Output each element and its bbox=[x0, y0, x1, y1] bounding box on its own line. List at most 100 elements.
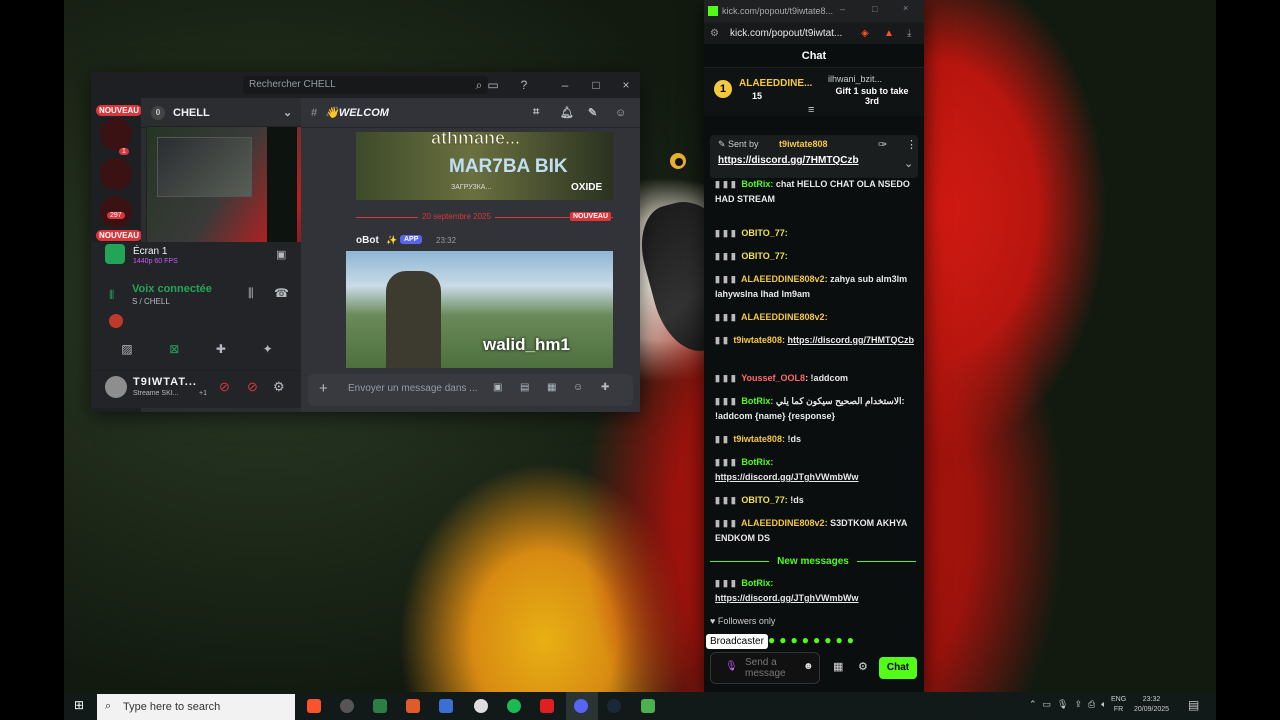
settings-gear-icon[interactable]: ⚙ bbox=[273, 379, 285, 395]
welcome-image[interactable]: athmane... MAR7BA BIK ЗАГРУЗКА... OXIDE bbox=[356, 132, 613, 200]
activity-icon[interactable]: ✚ bbox=[216, 342, 226, 356]
attached-image[interactable]: walid_hm1 bbox=[346, 251, 613, 368]
screen-share-icon bbox=[105, 244, 125, 264]
chat-username[interactable]: ALAEEDDINE808v2: bbox=[741, 274, 828, 284]
more-options-icon[interactable]: ⋮ bbox=[906, 138, 917, 151]
discord-search-input[interactable]: Rechercher CHELL bbox=[243, 76, 488, 94]
chat-username[interactable]: ALAEEDDINE808v2: bbox=[741, 518, 828, 528]
rewards-icon[interactable]: ▲ bbox=[884, 28, 894, 39]
close-icon[interactable]: × bbox=[618, 77, 634, 93]
monitor-icon[interactable]: ▣ bbox=[276, 248, 286, 261]
apps-icon[interactable]: ✚ bbox=[601, 382, 609, 393]
message-input[interactable]: + Envoyer un message dans ... ▣ ▤ ▦ ☺ ✚ bbox=[308, 374, 633, 406]
chat-username[interactable]: t9iwtate808: bbox=[733, 434, 785, 444]
chat-link[interactable]: https://discord.gg/7HMTQCzb bbox=[787, 335, 914, 345]
chat-username[interactable]: BotRix: bbox=[741, 396, 773, 406]
chat-username[interactable]: BotRix: bbox=[741, 179, 773, 189]
taskbar-search-input[interactable]: ⌕ Type here to search bbox=[97, 694, 295, 720]
maximize-icon[interactable]: □ bbox=[872, 4, 877, 14]
windows-start-icon[interactable]: ⊞ bbox=[74, 698, 84, 712]
stop-stream-icon[interactable]: ⊠ bbox=[169, 342, 179, 356]
threads-icon[interactable]: ⌗ bbox=[533, 106, 539, 119]
mute-icon[interactable]: ⊘ bbox=[219, 379, 230, 395]
deafen-icon[interactable]: ⊘ bbox=[247, 379, 258, 395]
menu-lines-icon[interactable]: ≡ bbox=[808, 104, 814, 116]
server-header[interactable]: 0 CHELL ⌄ bbox=[141, 98, 301, 128]
tray-icons[interactable]: ⌃▭🎙︎⇪⎙🔈︎ bbox=[1029, 699, 1113, 710]
gift-icon[interactable]: ▣ bbox=[493, 382, 502, 393]
minimize-icon[interactable]: – bbox=[557, 77, 573, 93]
voice-channel[interactable]: S / CHELL bbox=[132, 297, 170, 306]
close-icon[interactable]: × bbox=[903, 3, 908, 13]
app-icon[interactable] bbox=[406, 699, 420, 713]
chat-message-input[interactable]: 🎙︎ Send a message ☻ bbox=[710, 652, 820, 684]
pinned-link[interactable]: https://discord.gg/7HMTQCzb bbox=[718, 155, 859, 166]
maximize-icon[interactable]: □ bbox=[588, 77, 604, 93]
clock[interactable]: 23:32 20/09/2025 bbox=[1134, 695, 1169, 715]
brave-browser-icon[interactable] bbox=[307, 699, 321, 713]
chat-username[interactable]: ALAEEDDINE808v2: bbox=[741, 312, 828, 322]
help-icon[interactable]: ? bbox=[516, 77, 532, 93]
discord-icon[interactable] bbox=[574, 699, 588, 713]
unpin-icon[interactable]: ✑ bbox=[878, 138, 887, 151]
obs-icon[interactable] bbox=[340, 699, 354, 713]
steam-icon[interactable] bbox=[607, 699, 621, 713]
chevron-down-icon[interactable]: ⌄ bbox=[283, 106, 292, 119]
youtube-icon[interactable] bbox=[540, 699, 554, 713]
bot-name[interactable]: oBot bbox=[356, 235, 379, 246]
send-chat-button[interactable]: Chat bbox=[879, 657, 917, 679]
clock-date: 20/09/2025 bbox=[1134, 706, 1170, 713]
chat-username[interactable]: t9iwtate808: bbox=[733, 335, 785, 345]
message-time: 23:32 bbox=[436, 236, 457, 245]
emoji-icon[interactable]: ☺ bbox=[573, 382, 583, 393]
notification-icon[interactable]: ▤ bbox=[1188, 698, 1199, 712]
leader-name[interactable]: ALAEEDDINE... bbox=[739, 78, 812, 89]
sticker-icon[interactable]: ▦ bbox=[547, 382, 556, 393]
settings-app-icon[interactable] bbox=[474, 699, 488, 713]
minimize-icon[interactable]: – bbox=[840, 4, 845, 14]
site-settings-icon[interactable]: ⚙ bbox=[710, 28, 719, 39]
app-icon[interactable] bbox=[641, 699, 655, 713]
chevron-down-icon[interactable]: ⌄ bbox=[904, 157, 913, 170]
user-avatar[interactable] bbox=[105, 376, 127, 398]
chat-username[interactable]: Youssef_OOL8 bbox=[741, 373, 805, 383]
voice-user-avatar[interactable] bbox=[109, 314, 123, 328]
spotify-icon[interactable] bbox=[507, 699, 521, 713]
voice-status[interactable]: Voix connectée bbox=[132, 283, 212, 295]
bell-icon[interactable]: 🔔︎ bbox=[560, 106, 574, 119]
pin-icon[interactable]: ✎ bbox=[588, 106, 597, 119]
disconnect-icon[interactable]: ☎ bbox=[274, 286, 289, 300]
server-icon[interactable] bbox=[100, 118, 132, 150]
chat-link[interactable]: https://discord.gg/JTghVWmbWw bbox=[715, 472, 859, 482]
chat-username[interactable]: BotRix: bbox=[741, 578, 773, 588]
language-indicator[interactable]: ENG FR bbox=[1111, 695, 1126, 715]
server-icon[interactable] bbox=[100, 158, 132, 190]
emoji-icon[interactable]: ☻ bbox=[803, 661, 814, 672]
members-icon[interactable]: ☺ bbox=[615, 107, 626, 119]
gift-cta[interactable]: Gift 1 sub to take 3rd bbox=[832, 86, 912, 106]
address-bar[interactable]: ⚙ kick.com/popout/t9iwtat... ◈ ▲ ⤓ bbox=[704, 22, 924, 44]
camera-off-icon[interactable]: ▨ bbox=[121, 342, 132, 356]
soundboard-icon[interactable]: ✦ bbox=[263, 342, 273, 356]
app-icon[interactable] bbox=[439, 699, 453, 713]
noise-suppression-icon[interactable]: ⫼ bbox=[248, 286, 254, 301]
chat-message: ▮▮▮ BotRix: الاستخدام الصحيح سيكون كما ي… bbox=[715, 394, 915, 424]
chat-username[interactable]: OBITO_77: bbox=[741, 228, 787, 238]
pinned-message[interactable]: ✎ Sent by t9iwtate808 ✑ ⋮ https://discor… bbox=[710, 135, 918, 178]
add-attachment-icon[interactable]: + bbox=[319, 380, 328, 397]
terminal-icon[interactable] bbox=[373, 699, 387, 713]
user-name[interactable]: T9IWTAT... bbox=[133, 376, 197, 388]
chat-username[interactable]: OBITO_77: bbox=[741, 251, 787, 261]
gift-icon[interactable]: ▦ bbox=[833, 660, 843, 673]
brave-shield-icon[interactable]: ◈ bbox=[861, 28, 869, 39]
chat-username[interactable]: OBITO_77: bbox=[741, 495, 787, 505]
gif-icon[interactable]: ▤ bbox=[520, 382, 529, 393]
emote-bar[interactable]: ●●●●●●●● bbox=[768, 633, 858, 647]
chat-username[interactable]: BotRix: bbox=[741, 457, 773, 467]
settings-gear-icon[interactable]: ⚙ bbox=[858, 660, 868, 673]
download-icon[interactable]: ⤓ bbox=[907, 28, 911, 39]
chat-link[interactable]: https://discord.gg/JTghVWmbWw bbox=[715, 593, 859, 603]
gifter-name[interactable]: ilhwani_bzit... bbox=[828, 74, 882, 84]
pinned-user[interactable]: t9iwtate808 bbox=[779, 139, 828, 149]
inbox-icon[interactable]: ▭ bbox=[485, 77, 501, 93]
